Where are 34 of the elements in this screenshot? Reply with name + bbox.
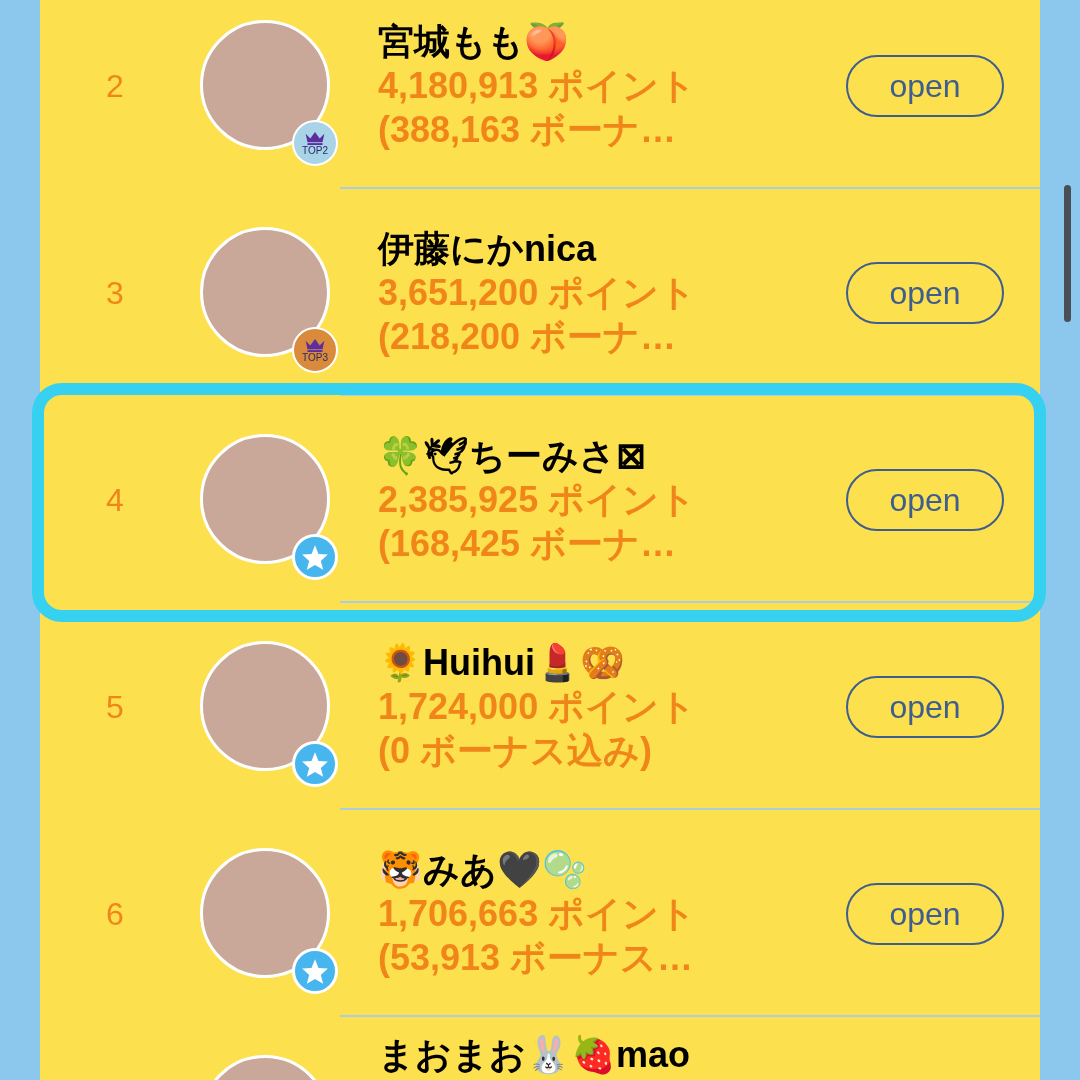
points-total: 4,180,913 ポイント xyxy=(378,64,698,108)
open-button[interactable]: open xyxy=(846,883,1004,945)
scrollbar[interactable] xyxy=(1064,185,1071,322)
open-button[interactable]: open xyxy=(846,262,1004,324)
bonus-points: (218,200 ボーナ… xyxy=(378,315,678,359)
user-name: まおまお🐰🍓mao xyxy=(378,1033,692,1077)
open-button[interactable]: open xyxy=(846,676,1004,738)
rank-number: 3 xyxy=(106,273,124,313)
bonus-points: (53,913 ボーナス… xyxy=(378,936,695,980)
badge-label: TOP3 xyxy=(302,352,328,363)
crown-icon xyxy=(303,337,327,352)
user-name: 🌻Huihui💄🥨 xyxy=(378,641,626,685)
user-name: 🍀🕊ちーみさ⊠ xyxy=(378,434,647,478)
rank-number: 2 xyxy=(106,66,124,106)
points-total: 3,651,200 ポイント xyxy=(378,271,698,315)
rank-number: 6 xyxy=(106,894,124,934)
rank-number: 5 xyxy=(106,687,124,727)
user-name: 宮城もも🍑 xyxy=(378,20,570,64)
star-icon xyxy=(301,543,329,571)
points-total: 1,724,000 ポイント xyxy=(378,685,698,729)
points-total: 2,385,925 ポイント xyxy=(378,478,698,522)
bonus-points: (168,425 ボーナ… xyxy=(378,522,678,566)
star-icon xyxy=(301,957,329,985)
rank-number: 4 xyxy=(106,480,124,520)
crown-icon xyxy=(303,130,327,145)
user-name: 🐯みあ🖤🫧 xyxy=(378,848,588,892)
star-icon xyxy=(301,750,329,778)
badge-label: TOP2 xyxy=(302,145,328,156)
user-name: 伊藤にかnica xyxy=(378,227,598,271)
bonus-points: (388,163 ボーナ… xyxy=(378,108,678,152)
open-button[interactable]: open xyxy=(846,55,1004,117)
open-button[interactable]: open xyxy=(846,469,1004,531)
points-total: 1,706,663 ポイント xyxy=(378,892,698,936)
bonus-points: (0 ボーナス込み) xyxy=(378,729,653,773)
